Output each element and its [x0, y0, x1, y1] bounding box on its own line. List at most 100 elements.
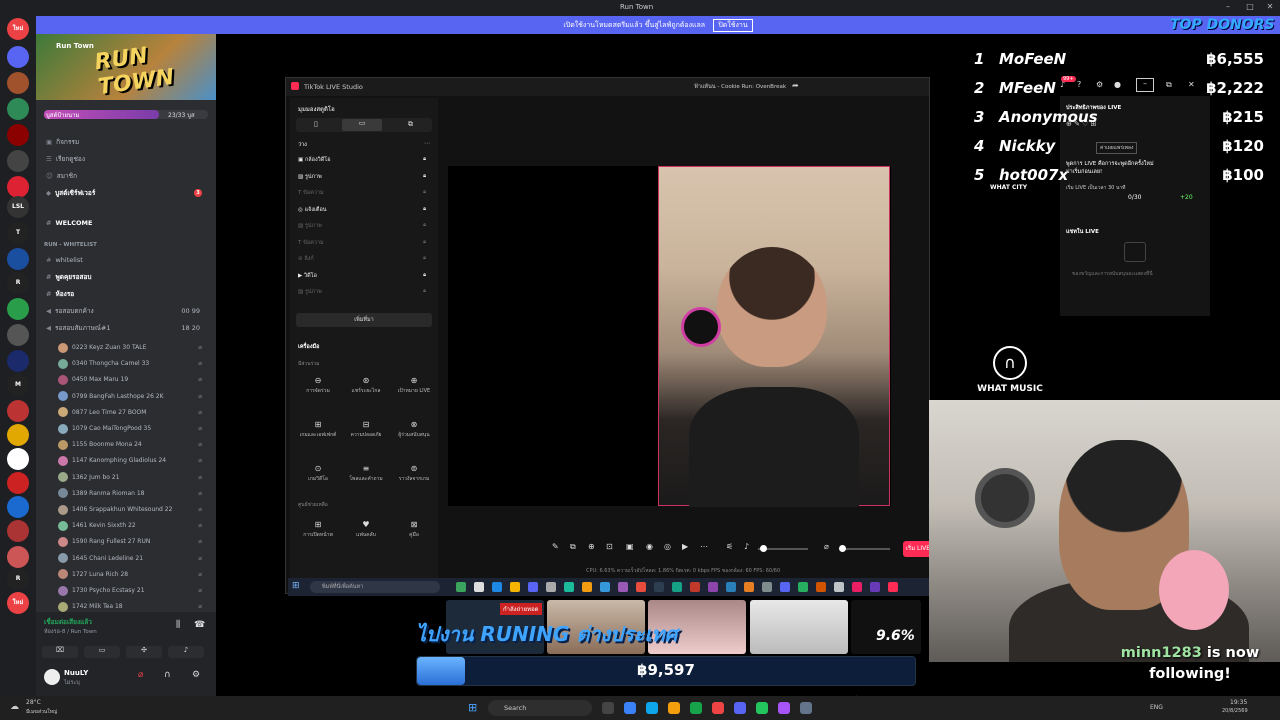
lock-icon[interactable]: 🔒︎ — [423, 272, 426, 279]
source-item[interactable]: ▨ รูปภาพ 🔒︎ — [298, 222, 426, 234]
minimize-icon[interactable]: – — [1136, 78, 1154, 92]
rail-r[interactable]: R — [7, 272, 29, 294]
scene-selector[interactable]: มุมมองสตูดิโอ — [298, 104, 335, 114]
server-icon[interactable] — [7, 248, 29, 270]
channel-events[interactable]: ▣ กิจกรรม — [46, 135, 208, 149]
panel-tag[interactable]: ค่าเผยแพร่เพลง — [1096, 142, 1138, 154]
voice-user[interactable]: 1155 Boonme Mona 24 ⌀ — [58, 437, 208, 453]
voice-user[interactable]: 0223 Keyz Zuan 30 TALE ⌀ — [58, 340, 208, 356]
server-icon[interactable] — [7, 424, 29, 446]
app-icon[interactable] — [546, 582, 556, 592]
voice-user[interactable]: 1645 Chani Ledeline 21 ⌀ — [58, 551, 208, 567]
tool-button[interactable]: ♥ แฟนคลับ — [344, 520, 388, 554]
voice-user[interactable]: 1730 Psycho Ecstasy 21 ⌀ — [58, 583, 208, 599]
weather-icon[interactable]: ☁ — [10, 702, 19, 712]
lock-icon[interactable]: 🔒︎ — [423, 222, 426, 229]
portrait-icon[interactable]: ▯ — [314, 120, 318, 128]
app-icon[interactable] — [474, 582, 484, 592]
server-icon[interactable] — [7, 324, 29, 346]
maximize-icon[interactable]: ⧉ — [1166, 80, 1172, 90]
rail-badge-new[interactable]: ใหม่ — [7, 18, 29, 40]
app-icon[interactable] — [618, 582, 628, 592]
app-icon[interactable] — [834, 582, 844, 592]
app-icon[interactable] — [744, 582, 754, 592]
channel-waiting-room[interactable]: # ห้องรอ — [46, 287, 208, 301]
task-view-icon[interactable] — [602, 702, 614, 714]
tiktok-icon[interactable] — [888, 582, 898, 592]
voice-user[interactable]: 1406 Srappakhun Whitesound 22 ⌀ — [58, 502, 208, 518]
lock-icon[interactable]: 🔒︎ — [423, 173, 426, 180]
source-item[interactable]: ▣ กล้องวิดีโอ 🔒︎ — [298, 156, 426, 168]
server-icon[interactable] — [7, 72, 29, 94]
voice-user[interactable]: 0877 Leo Time 27 BOOM ⌀ — [58, 405, 208, 421]
close-icon[interactable]: ✕ — [1264, 2, 1276, 14]
add-source-button[interactable]: เพิ่มที่มา — [296, 313, 432, 327]
app-icon[interactable] — [624, 702, 636, 714]
app-icon[interactable] — [780, 582, 790, 592]
app-icon[interactable] — [654, 582, 664, 592]
server-icon[interactable] — [7, 520, 29, 542]
server-icon[interactable] — [7, 298, 29, 320]
lock-icon[interactable]: 🔒︎ — [423, 189, 426, 196]
soundboard-icon[interactable]: ♪ — [168, 646, 204, 658]
server-icon[interactable] — [7, 46, 29, 68]
source-item[interactable]: T ข้อความ 🔒︎ — [298, 189, 426, 201]
landscape-icon[interactable]: ▭ — [342, 119, 382, 131]
disconnect-icon[interactable]: ☎ — [194, 620, 205, 630]
app-icon[interactable] — [800, 702, 812, 714]
voice-user[interactable]: 1461 Kevin Sixxth 22 ⌀ — [58, 518, 208, 534]
windows-start-icon[interactable]: ⊞ — [468, 701, 477, 714]
app-icon[interactable] — [798, 582, 808, 592]
server-icon[interactable] — [7, 98, 29, 120]
server-icon[interactable] — [7, 176, 29, 198]
mic-knob[interactable] — [839, 545, 846, 552]
tool-button[interactable]: ⊗ ผู้ร่วมสนับสนุน — [392, 420, 436, 454]
channel-whitelist[interactable]: # whitelist — [46, 253, 208, 267]
app-icon[interactable] — [708, 582, 718, 592]
voice-user[interactable]: 1079 Cao MaiTongPood 35 ⌀ — [58, 421, 208, 437]
camera-off-icon[interactable]: ⌧ — [42, 646, 78, 658]
chrome-icon[interactable] — [510, 582, 520, 592]
channel-browse[interactable]: ☰ เรียกดูช่อง — [46, 152, 208, 166]
app-icon[interactable] — [582, 582, 592, 592]
voice-user[interactable]: 0340 Thongcha Camel 33 ⌀ — [58, 356, 208, 372]
magic-icon[interactable]: ✎ — [552, 542, 559, 551]
avatar[interactable]: ● — [1114, 80, 1121, 89]
voice-user[interactable]: 0450 Max Maru 19 ⌀ — [58, 372, 208, 388]
rail-m[interactable]: M — [7, 374, 29, 396]
app-icon[interactable] — [726, 582, 736, 592]
discord-icon[interactable] — [734, 702, 746, 714]
app-icon[interactable] — [690, 582, 700, 592]
lock-icon[interactable]: 🔒︎ — [423, 255, 426, 262]
app-icon[interactable] — [564, 582, 574, 592]
tool-button[interactable]: ⊞ เกมและเอฟเฟกต์ — [296, 420, 340, 454]
voice-channel-pending[interactable]: ◀ รอสอบตกค้าง 00 99 — [46, 304, 208, 318]
settings-icon[interactable]: ⚟ — [726, 542, 733, 551]
server-icon[interactable] — [7, 350, 29, 372]
mic-slider[interactable] — [840, 548, 890, 550]
help-icon[interactable]: ? — [1077, 80, 1081, 89]
channel-welcome[interactable]: # WELCOME — [46, 216, 208, 230]
headphones-icon[interactable]: ∩ — [164, 670, 171, 680]
rail-t[interactable]: T — [7, 222, 29, 244]
voice-channel-interview[interactable]: ◀ รอสอบสัมภาษณ์#1 18 20 — [46, 321, 208, 335]
crop-icon[interactable]: ⧉ — [570, 542, 576, 552]
voice-user[interactable]: 1590 Rang Fullest 27 RUN ⌀ — [58, 534, 208, 550]
server-banner[interactable]: Run Town RUN TOWN — [36, 34, 216, 100]
tool-button[interactable]: ⊙ เกมวิดีโอ — [296, 464, 340, 498]
multi-layout-icon[interactable]: ⧉ — [408, 120, 413, 129]
layout-switch[interactable]: ▯ ▭ ⧉ — [296, 118, 432, 132]
server-icon[interactable] — [7, 472, 29, 494]
tool-button[interactable]: ⊟ ความปลอดภัย — [344, 420, 388, 454]
lock-icon[interactable]: 🔒︎ — [423, 156, 426, 163]
app-icon[interactable] — [778, 702, 790, 714]
mute-icon[interactable]: ⌀ — [138, 670, 143, 680]
windows-icon[interactable]: ⊞ — [292, 581, 300, 591]
app-icon[interactable] — [756, 702, 768, 714]
lock-icon[interactable]: 🔒︎ — [423, 239, 426, 246]
lock-icon[interactable]: 🔒︎ — [423, 288, 426, 295]
taskbar-search[interactable]: Search — [488, 700, 592, 716]
rail-badge-new-2[interactable]: ใหม่ — [7, 592, 29, 614]
avatar[interactable] — [44, 669, 60, 685]
clock-date[interactable]: 20/8/2569 — [1222, 708, 1248, 714]
